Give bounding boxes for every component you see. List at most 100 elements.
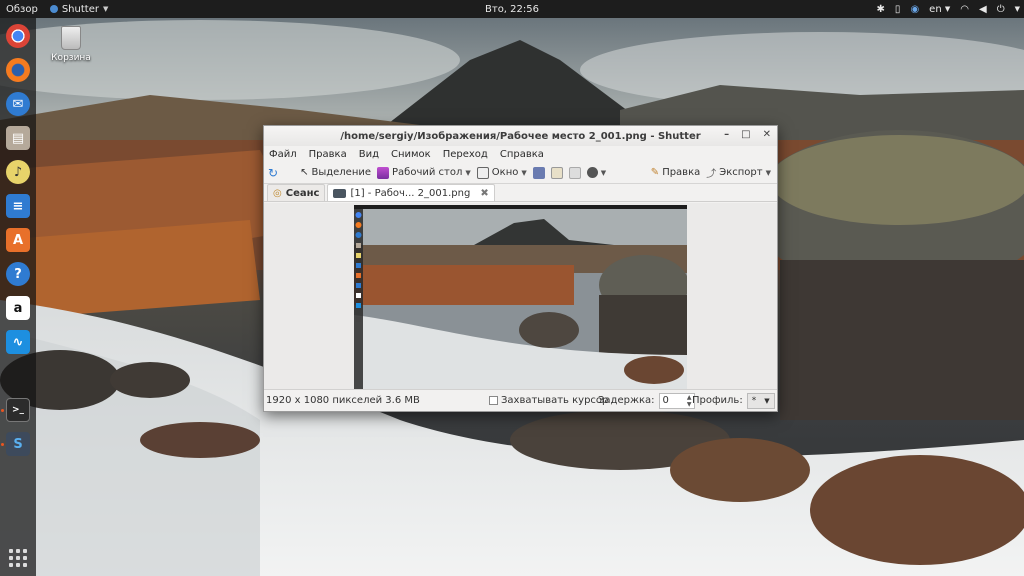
- amazon-icon[interactable]: a: [6, 296, 30, 320]
- tab-file-label: [1] - Рабоч... 2_001.png: [350, 187, 471, 199]
- edit-button[interactable]: ✎ Правка: [651, 167, 700, 178]
- desktop-label: Рабочий стол: [392, 167, 463, 178]
- menu-capture-button[interactable]: [532, 166, 545, 179]
- export-button[interactable]: ⤴ Экспорт ▼: [706, 165, 771, 180]
- window-capture-button[interactable]: Окно ▼: [476, 166, 527, 179]
- export-label: Экспорт: [719, 167, 763, 178]
- desktop-button[interactable]: Рабочий стол ▼: [377, 166, 471, 179]
- menu-capture-icon: [532, 166, 545, 179]
- preview-image: [354, 205, 687, 391]
- refresh-icon: ↻: [268, 165, 279, 180]
- menu-help[interactable]: Справка: [500, 149, 544, 160]
- selection-button[interactable]: ↖ Выделение: [300, 167, 371, 178]
- chevron-down-icon: ▼: [764, 396, 770, 405]
- status-bar: 1920 x 1080 пикселей 3.6 MB Захватывать …: [264, 389, 777, 411]
- menu-edit[interactable]: Правка: [309, 149, 347, 160]
- desktop-icon: [377, 166, 390, 179]
- window-capture-label: Окно: [491, 167, 519, 178]
- trash-desktop-icon[interactable]: Корзина: [50, 26, 92, 63]
- close-tab-icon[interactable]: ✖: [480, 188, 488, 199]
- minimize-icon[interactable]: –: [724, 129, 729, 140]
- menu-view[interactable]: Вид: [359, 149, 379, 160]
- chevron-down-icon[interactable]: ▼: [521, 169, 526, 177]
- shutter-small-icon: [49, 5, 58, 13]
- close-icon[interactable]: ✕: [763, 129, 771, 140]
- language-label: en: [929, 3, 942, 15]
- trash-label: Корзина: [51, 53, 91, 63]
- app-menu-label: Shutter: [61, 3, 99, 15]
- help-icon[interactable]: ?: [6, 262, 30, 286]
- software-center-icon[interactable]: A: [6, 228, 30, 252]
- edit-label: Правка: [662, 167, 701, 178]
- writer-icon[interactable]: ≡: [6, 194, 30, 218]
- globe-button[interactable]: ▼: [586, 167, 606, 178]
- menu-screenshot[interactable]: Снимок: [391, 149, 431, 160]
- files-icon[interactable]: ▤: [6, 126, 30, 150]
- rhythmbox-icon[interactable]: ♪: [6, 160, 30, 184]
- firefox-icon[interactable]: [6, 58, 30, 82]
- language-indicator[interactable]: en ▼: [929, 4, 950, 15]
- chevron-down-icon[interactable]: ▼: [465, 169, 470, 177]
- image-info: 1920 x 1080 пикселей 3.6 MB: [266, 395, 420, 406]
- system-tray: ✱ ▯ ◉ en ▼ ◠ ◀ ⏻ ▼: [877, 4, 1020, 15]
- tooltip-capture-button[interactable]: [550, 166, 563, 179]
- profile-value: *: [751, 395, 757, 406]
- delay-value: 0: [662, 395, 669, 406]
- chrome-icon[interactable]: [6, 24, 30, 48]
- clipboard-icon[interactable]: ▯: [895, 4, 901, 15]
- web-capture-button[interactable]: [568, 166, 581, 179]
- window-controls: – □ ✕: [724, 129, 771, 140]
- window-titlebar[interactable]: /home/sergiy/Изображения/Рабочее место 2…: [264, 126, 777, 146]
- show-applications-icon[interactable]: [9, 549, 27, 567]
- chevron-down-icon[interactable]: ▼: [1015, 5, 1020, 13]
- clock[interactable]: Вто, 22:56: [485, 4, 539, 15]
- maximize-icon[interactable]: □: [741, 129, 750, 140]
- terminal-icon[interactable]: >_: [6, 398, 30, 422]
- accessibility-icon[interactable]: ✱: [877, 4, 885, 15]
- activities-button[interactable]: Обзор: [0, 4, 44, 15]
- profile-select[interactable]: * ▼: [746, 392, 775, 409]
- menu-go[interactable]: Переход: [443, 149, 488, 160]
- delay-control: Задержка: 0 ▲ ▼: [598, 392, 695, 409]
- tab-session[interactable]: ◎ Сеанс: [267, 184, 326, 201]
- system-monitor-icon[interactable]: ∿: [6, 330, 30, 354]
- selection-label: Выделение: [311, 167, 372, 178]
- session-icon: ◎: [273, 187, 282, 199]
- image-view-area: [264, 203, 777, 391]
- volume-icon[interactable]: ◀: [979, 4, 987, 15]
- thunderbird-icon[interactable]: ✉: [6, 92, 30, 116]
- image-thumbnail-icon: [333, 188, 347, 198]
- shutter-tray-icon[interactable]: ◉: [910, 4, 919, 15]
- tab-bar: ◎ Сеанс [1] - Рабоч... 2_001.png ✖: [264, 184, 777, 202]
- web-capture-icon: [568, 166, 581, 179]
- wifi-icon[interactable]: ◠: [960, 4, 969, 15]
- shutter-dock-icon[interactable]: S: [6, 432, 30, 456]
- menu-file[interactable]: Файл: [269, 149, 297, 160]
- menu-bar: Файл Правка Вид Снимок Переход Справка: [264, 146, 777, 162]
- spinner-arrows-icon[interactable]: ▲ ▼: [687, 394, 692, 408]
- screenshot-preview[interactable]: [354, 205, 687, 391]
- tab-file[interactable]: [1] - Рабоч... 2_001.png ✖: [327, 184, 495, 201]
- delay-spinner[interactable]: 0 ▲ ▼: [658, 392, 695, 409]
- trash-icon: [61, 26, 81, 50]
- running-indicator: [1, 409, 4, 412]
- tab-session-label: Сеанс: [285, 187, 320, 199]
- capture-cursor-checkbox[interactable]: Захватывать курсор: [489, 395, 608, 406]
- refresh-button[interactable]: ↻: [268, 166, 278, 180]
- app-menu[interactable]: Shutter ▼: [44, 4, 115, 15]
- capture-cursor-label: Захватывать курсор: [501, 395, 609, 406]
- power-icon[interactable]: ⏻: [997, 4, 1005, 15]
- chevron-down-icon[interactable]: ▼: [766, 169, 771, 177]
- window-title: /home/sergiy/Изображения/Рабочее место 2…: [340, 130, 701, 142]
- profile-label: Профиль:: [692, 395, 743, 406]
- brush-icon: ✎: [650, 167, 660, 178]
- toolbar: ↻ ↖ Выделение Рабочий стол ▼ Окно ▼ ▼ ✎ …: [264, 162, 777, 184]
- chevron-down-icon[interactable]: ▼: [601, 169, 606, 177]
- globe-icon: [586, 167, 598, 178]
- export-icon: ⤴: [706, 169, 717, 180]
- checkbox-icon: [489, 396, 498, 405]
- tooltip-capture-icon: [550, 166, 563, 179]
- window-icon: [476, 166, 489, 179]
- running-indicator: [1, 443, 4, 446]
- profile-control: Профиль: * ▼: [692, 392, 775, 409]
